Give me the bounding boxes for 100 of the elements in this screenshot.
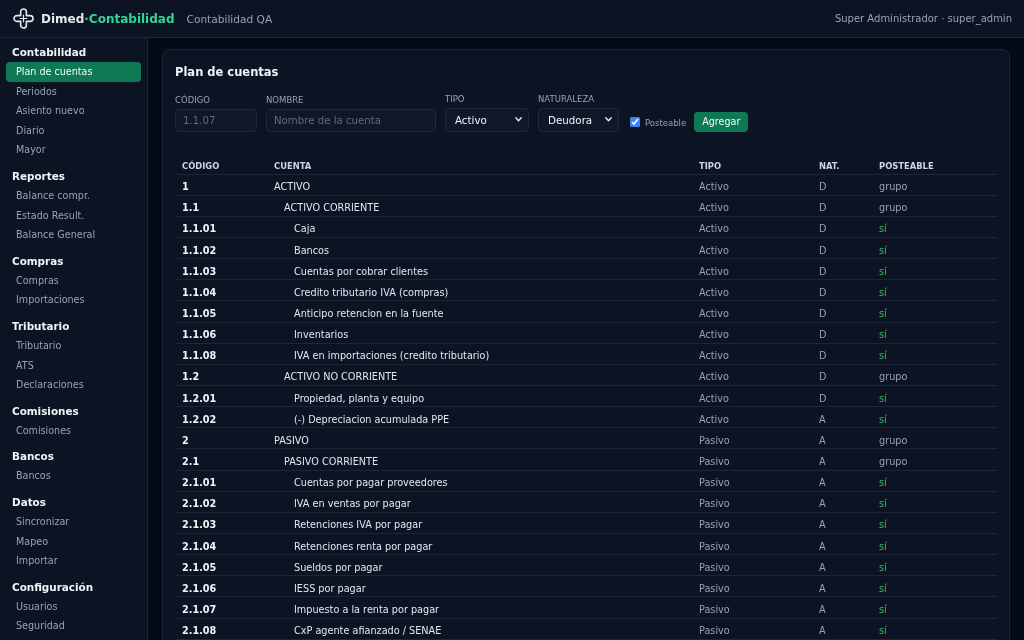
account-code: 1.2.01 (182, 392, 217, 404)
posteable-status: grupo (879, 181, 908, 193)
posteable-status: grupo (879, 434, 908, 446)
account-name: Cuentas por cobrar clientes (294, 265, 428, 277)
column-header: NAT. (819, 161, 840, 172)
sidebar-item[interactable]: Declaraciones (6, 375, 141, 395)
account-type: Pasivo (699, 540, 730, 552)
sidebar-item[interactable]: Diario (6, 120, 141, 141)
account-name: IESS por pagar (294, 582, 366, 594)
posteable-status: sí (879, 604, 887, 615)
column-header: TIPO (699, 161, 722, 172)
sidebar-section-title: Compras (11, 253, 64, 269)
account-nature: D (819, 181, 827, 193)
sidebar-section-title: Tributario (11, 318, 70, 334)
column-header: CUENTA (274, 161, 312, 172)
column-header: POSTEABLE (879, 161, 934, 172)
account-name: CxP agente afianzado / SENAE (294, 625, 442, 637)
text-input-field[interactable]: 1.1.07 (175, 108, 257, 132)
chevron-down-icon (515, 117, 522, 122)
card-title: Plan de cuentas (175, 64, 279, 81)
sidebar-item[interactable]: Tributario (6, 335, 141, 356)
account-nature: D (819, 329, 827, 341)
posteable-status: sí (879, 329, 887, 341)
sidebar-item[interactable]: Periodos (6, 81, 141, 102)
sidebar-item[interactable]: Usuarios (6, 596, 141, 617)
account-name: IVA en importaciones (credito tributario) (294, 350, 490, 362)
account-name: Retenciones renta por pagar (294, 540, 433, 552)
sidebar-item[interactable]: Sincronizar (6, 511, 141, 532)
account-name: ACTIVO (274, 181, 311, 193)
select-dropdown[interactable]: Activo (445, 107, 529, 132)
account-nature: A (819, 582, 826, 594)
posteable-status: sí (879, 265, 887, 277)
posteable-status: grupo (879, 456, 908, 468)
select-dropdown[interactable]: Deudora (538, 107, 619, 132)
posteable-status: sí (879, 244, 887, 256)
sidebar-item[interactable]: Plan de cuentas (6, 62, 141, 82)
account-type: Pasivo (699, 604, 730, 615)
sidebar-item[interactable]: ATS (6, 355, 141, 376)
column-header: CÓDIGO (182, 161, 220, 172)
account-name: Credito tributario IVA (compras) (294, 286, 449, 298)
account-type: Pasivo (699, 582, 730, 594)
posteable-status: sí (879, 350, 887, 362)
account-nature: A (819, 456, 826, 468)
account-name: ACTIVO CORRIENTE (284, 202, 380, 214)
sidebar-item[interactable]: Balance General (6, 225, 141, 245)
chevron-down-icon (605, 117, 612, 122)
app-brand-name: Dimed·Contabilidad (41, 11, 175, 26)
account-code: 1 (182, 181, 189, 193)
field-label: CÓDIGO (175, 95, 210, 106)
posteable-status: sí (879, 625, 887, 637)
sidebar-item[interactable]: Compras (6, 270, 141, 291)
account-code: 1.1.08 (182, 350, 217, 362)
sidebar-item[interactable]: Comisiones (6, 420, 141, 441)
posteable-status: sí (879, 582, 887, 594)
account-name: Propiedad, planta y equipo (294, 392, 425, 404)
account-name: IVA en ventas por pagar (294, 498, 411, 510)
account-code: 1.1.05 (182, 308, 217, 320)
account-type: Activo (699, 350, 729, 362)
environment-label: Contabilidad QA (186, 12, 273, 25)
sidebar-item[interactable]: Balance compr. (6, 185, 141, 206)
account-type: Pasivo (699, 498, 730, 510)
account-code: 2.1.07 (182, 604, 217, 615)
sidebar-item[interactable]: Seguridad (6, 616, 141, 636)
account-nature: D (819, 371, 827, 383)
account-code: 2.1.06 (182, 582, 217, 594)
account-type: Activo (699, 202, 729, 214)
account-nature: A (819, 519, 826, 531)
sidebar-item[interactable]: Mayor (6, 140, 141, 160)
sidebar-item[interactable]: Estado Result. (6, 205, 141, 226)
account-type: Pasivo (699, 456, 730, 468)
account-nature: D (819, 244, 827, 256)
posteable-status: sí (879, 561, 887, 573)
account-nature: A (819, 604, 826, 615)
sidebar-section-title: Datos (11, 494, 46, 510)
account-code: 1.1.06 (182, 329, 217, 341)
account-type: Activo (699, 181, 729, 193)
sidebar-item[interactable]: Importaciones (6, 290, 141, 310)
posteable-status: sí (879, 413, 887, 425)
account-type: Pasivo (699, 434, 730, 446)
posteable-status: sí (879, 477, 887, 489)
sidebar-item[interactable]: Asiento nuevo (6, 101, 141, 121)
account-code: 1.1.03 (182, 265, 217, 277)
account-code: 2.1.02 (182, 498, 217, 510)
sidebar-section-title: Comisiones (11, 403, 79, 419)
account-type: Activo (699, 392, 729, 404)
sidebar-item[interactable]: Importar (6, 551, 141, 571)
account-code: 1.2.02 (182, 413, 217, 425)
add-button[interactable]: Agregar (694, 111, 749, 132)
account-nature: A (819, 413, 826, 425)
account-name: Retenciones IVA por pagar (294, 519, 423, 531)
user-label: Super Administrador · super_admin (834, 13, 1012, 24)
account-type: Activo (699, 223, 729, 235)
account-nature: D (819, 286, 827, 298)
account-type: Pasivo (699, 477, 730, 489)
text-input-field[interactable]: Nombre de la cuenta (266, 108, 436, 132)
account-code: 2.1 (182, 456, 200, 468)
posteable-checkbox[interactable] (630, 116, 640, 127)
sidebar-item[interactable]: Bancos (6, 466, 141, 486)
sidebar-item[interactable]: Mapeo (6, 531, 141, 552)
account-nature: D (819, 308, 827, 320)
